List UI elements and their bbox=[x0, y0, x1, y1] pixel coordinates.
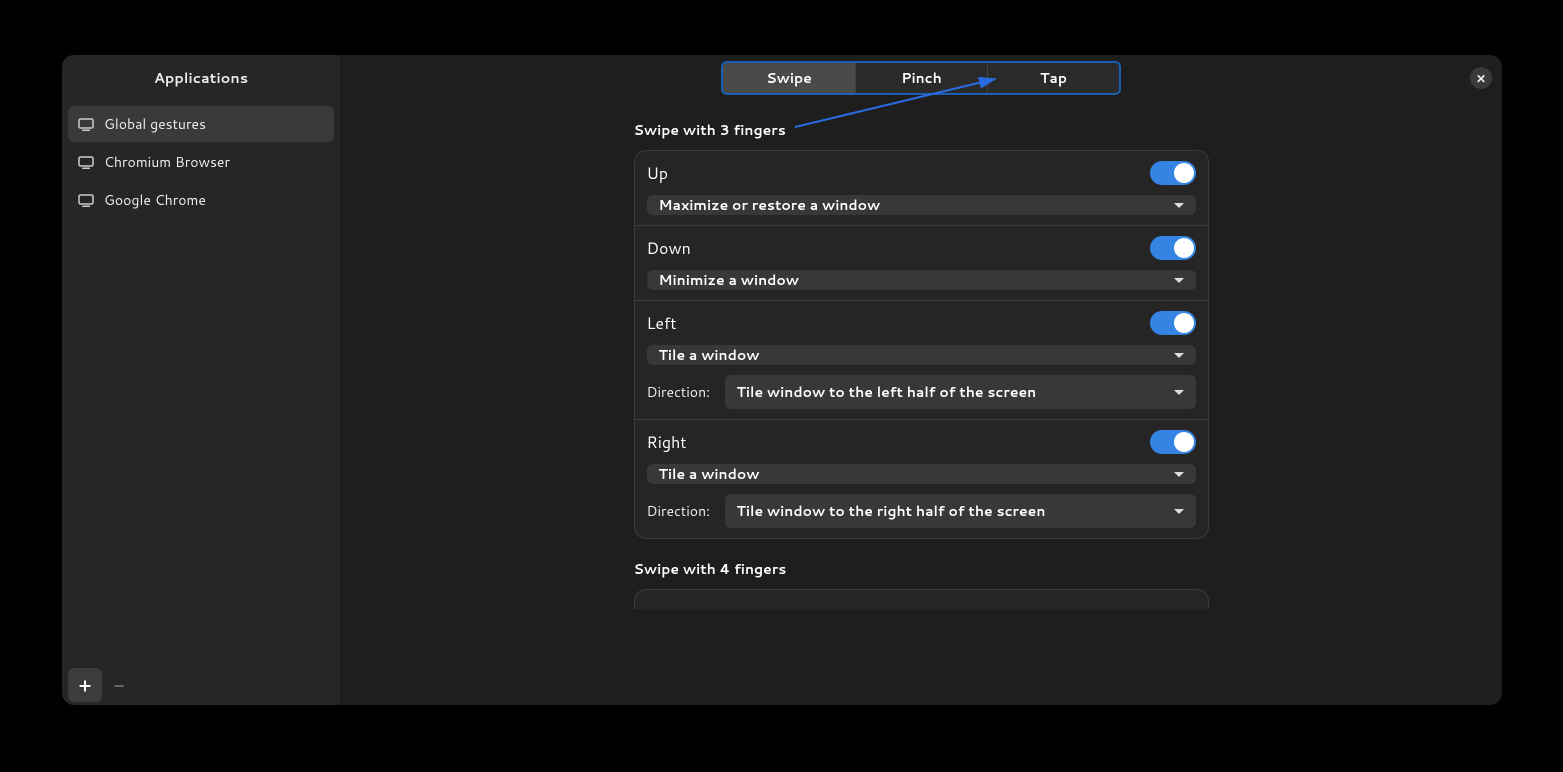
sidebar-item-chrome[interactable]: Google Chrome bbox=[68, 182, 334, 218]
gesture-row-right: Right Tile a window Direction: Tile wind… bbox=[635, 419, 1208, 538]
monitor-icon bbox=[78, 156, 94, 169]
content-scroll[interactable]: Swipe with 3 fingers Up Maximize or rest… bbox=[340, 100, 1502, 705]
tab-pinch[interactable]: Pinch bbox=[855, 63, 987, 93]
gesture-toggle-left[interactable] bbox=[1150, 311, 1196, 335]
sidebar-item-chromium[interactable]: Chromium Browser bbox=[68, 144, 334, 180]
gesture-row-up: Up Maximize or restore a window bbox=[635, 151, 1208, 225]
section-title-swipe4: Swipe with 4 fingers bbox=[634, 539, 1209, 589]
swipe4-card bbox=[634, 589, 1209, 609]
action-dropdown-down[interactable]: Minimize a window bbox=[647, 270, 1196, 290]
chevron-down-icon bbox=[1174, 472, 1184, 477]
main-header: Swipe Pinch Tap ✕ bbox=[340, 55, 1502, 100]
sidebar-item-label: Global gestures bbox=[104, 114, 206, 134]
direction-dropdown-left[interactable]: Tile window to the left half of the scre… bbox=[725, 375, 1196, 409]
action-dropdown-left[interactable]: Tile a window bbox=[647, 345, 1196, 365]
dropdown-label: Tile a window bbox=[659, 464, 760, 484]
dropdown-label: Tile a window bbox=[659, 345, 760, 365]
gesture-toggle-down[interactable] bbox=[1150, 236, 1196, 260]
gesture-toggle-up[interactable] bbox=[1150, 161, 1196, 185]
sidebar-footer: + − bbox=[62, 665, 340, 705]
action-dropdown-right[interactable]: Tile a window bbox=[647, 464, 1196, 484]
monitor-icon bbox=[78, 118, 94, 131]
direction-label: Direction: bbox=[647, 382, 713, 402]
action-dropdown-up[interactable]: Maximize or restore a window bbox=[647, 195, 1196, 215]
sidebar-item-label: Chromium Browser bbox=[104, 152, 230, 172]
chevron-down-icon bbox=[1174, 509, 1184, 514]
gesture-label: Up bbox=[647, 162, 669, 185]
toggle-knob bbox=[1174, 238, 1194, 258]
main-panel: Swipe Pinch Tap ✕ Swipe with 3 fingers bbox=[340, 55, 1502, 705]
sidebar-title: Applications bbox=[62, 55, 340, 100]
section-title-swipe3: Swipe with 3 fingers bbox=[634, 100, 1209, 150]
chevron-down-icon bbox=[1174, 203, 1184, 208]
gesture-label: Left bbox=[647, 312, 677, 335]
sidebar-item-global-gestures[interactable]: Global gestures bbox=[68, 106, 334, 142]
toggle-knob bbox=[1174, 313, 1194, 333]
close-icon: ✕ bbox=[1476, 70, 1486, 87]
sidebar: Applications Global gestures Chromium Br… bbox=[62, 55, 340, 705]
sidebar-list: Global gestures Chromium Browser Google … bbox=[62, 100, 340, 665]
swipe3-card: Up Maximize or restore a window Down bbox=[634, 150, 1209, 539]
tab-swipe[interactable]: Swipe bbox=[723, 63, 855, 93]
add-application-button[interactable]: + bbox=[68, 668, 102, 702]
gesture-row-left: Left Tile a window Direction: Tile windo… bbox=[635, 300, 1208, 419]
direction-row-left: Direction: Tile window to the left half … bbox=[647, 375, 1196, 409]
dropdown-label: Maximize or restore a window bbox=[659, 195, 881, 215]
toggle-knob bbox=[1174, 163, 1194, 183]
close-button[interactable]: ✕ bbox=[1470, 67, 1492, 89]
dropdown-label: Tile window to the left half of the scre… bbox=[737, 382, 1037, 402]
direction-dropdown-right[interactable]: Tile window to the right half of the scr… bbox=[725, 494, 1196, 528]
tab-tap[interactable]: Tap bbox=[987, 63, 1119, 93]
dropdown-label: Tile window to the right half of the scr… bbox=[737, 501, 1046, 521]
content: Swipe with 3 fingers Up Maximize or rest… bbox=[634, 100, 1209, 609]
remove-application-button[interactable]: − bbox=[102, 668, 136, 702]
chevron-down-icon bbox=[1174, 390, 1184, 395]
direction-label: Direction: bbox=[647, 501, 713, 521]
settings-window: Applications Global gestures Chromium Br… bbox=[62, 55, 1502, 705]
chevron-down-icon bbox=[1174, 353, 1184, 358]
gesture-tabs: Swipe Pinch Tap bbox=[721, 61, 1121, 95]
monitor-icon bbox=[78, 194, 94, 207]
gesture-row-down: Down Minimize a window bbox=[635, 225, 1208, 300]
gesture-toggle-right[interactable] bbox=[1150, 430, 1196, 454]
sidebar-item-label: Google Chrome bbox=[104, 190, 206, 210]
toggle-knob bbox=[1174, 432, 1194, 452]
gesture-label: Right bbox=[647, 431, 687, 454]
gesture-label: Down bbox=[647, 237, 691, 260]
direction-row-right: Direction: Tile window to the right half… bbox=[647, 494, 1196, 528]
chevron-down-icon bbox=[1174, 278, 1184, 283]
dropdown-label: Minimize a window bbox=[659, 270, 800, 290]
